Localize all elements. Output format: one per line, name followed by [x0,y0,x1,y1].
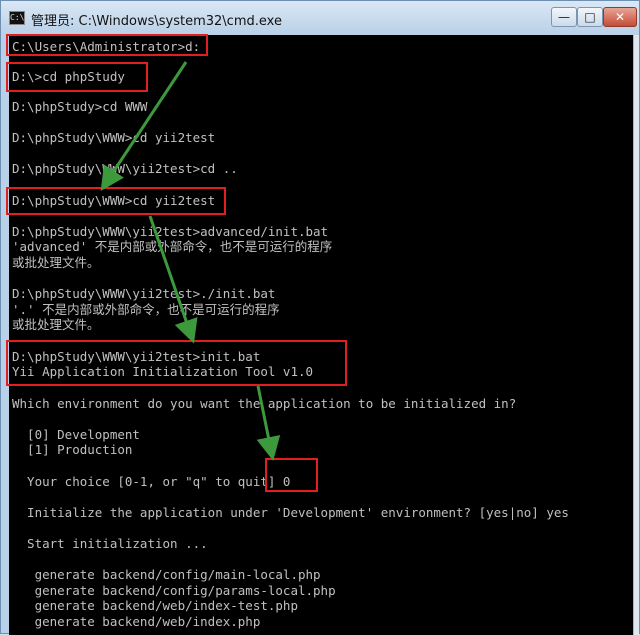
arrow-to-init [148,215,198,344]
annotation-arrows [100,61,281,461]
arrow-to-choice [256,385,281,461]
arrow-to-cd-yii2test [100,61,188,192]
